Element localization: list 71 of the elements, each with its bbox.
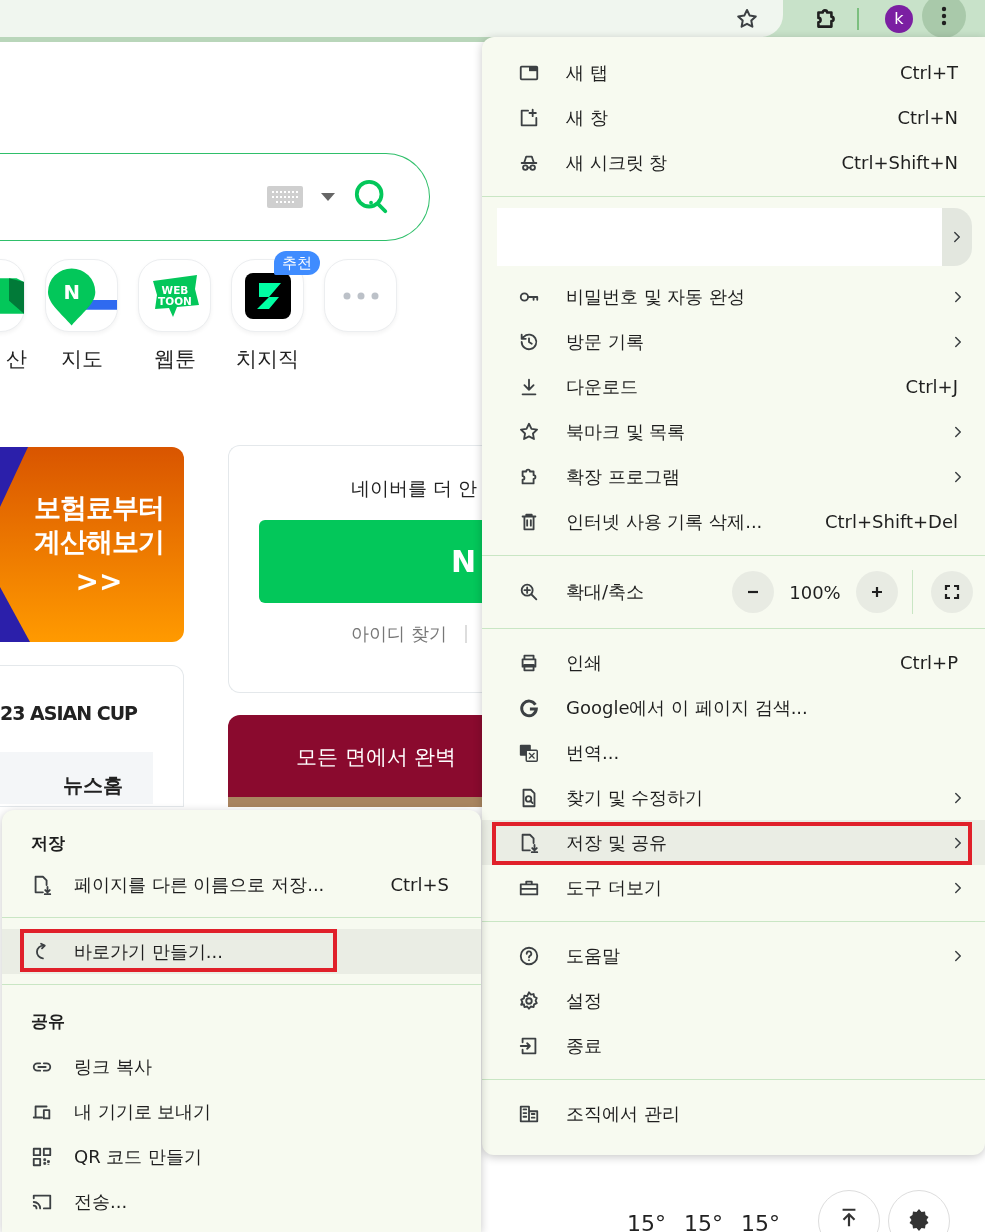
zoom-in-icon [518, 581, 540, 603]
new-window-icon [518, 106, 540, 129]
keyboard-icon [267, 186, 303, 208]
section-heading: 저장 [30, 832, 66, 855]
shortcut-label: Ctrl+J [905, 376, 958, 397]
menu-item[interactable]: QR 코드 만들기 [2, 1134, 481, 1179]
settings-icon [518, 989, 540, 1012]
menu-icon [941, 5, 947, 26]
shortcut-label: 산 [6, 346, 27, 373]
help-icon [518, 944, 540, 967]
menu-item[interactable]: 도구 더보기 [482, 865, 985, 910]
shortcut-label: Ctrl+Shift+Del [824, 511, 958, 532]
menu-item[interactable]: Google에서 이 페이지 검색... [482, 685, 985, 730]
shortcut-label: 치지직 [236, 346, 299, 373]
shortcut-tile[interactable] [324, 259, 397, 332]
menu-item[interactable]: 새 창 Ctrl+N [482, 95, 985, 140]
menu-item[interactable]: 도움말 [482, 933, 985, 978]
menu-item[interactable]: 인터넷 사용 기록 삭제... Ctrl+Shift+Del [482, 499, 985, 544]
menu-item[interactable]: 바로가기 만들기... [2, 929, 481, 974]
banner-arrows: >> [74, 565, 123, 598]
shortcut-label: Ctrl+T [899, 62, 958, 83]
login-prompt: 네이버를 더 안 [350, 476, 479, 501]
settings-icon [907, 1207, 931, 1231]
menu-item[interactable]: 링크 복사 [2, 1044, 481, 1089]
banner-headline: 계산해보기 [33, 525, 164, 559]
zoom-level: 100% [788, 581, 842, 603]
menu-item[interactable]: 찾기 및 수정하기 [482, 775, 985, 820]
banner-headline: 보험료부터 [33, 491, 164, 525]
shortcut-label: Ctrl+Shift+N [841, 152, 958, 173]
menu-item[interactable]: 저장 및 공유 [482, 820, 985, 865]
bookmark-star-icon [735, 6, 759, 31]
menu-item[interactable]: 다운로드 Ctrl+J [482, 364, 985, 409]
find-id-link[interactable]: 아이디 찾기 [351, 625, 467, 643]
menu-item[interactable]: 조직에서 관리 [482, 1091, 985, 1136]
caret-icon [321, 193, 335, 201]
temperature: 15° [741, 1211, 780, 1232]
menu-item[interactable]: 비밀번호 및 자동 완성 [482, 274, 985, 319]
menu-item[interactable]: 전송... [2, 1179, 481, 1224]
menu-item[interactable]: 새 탭 Ctrl+T [482, 50, 985, 95]
menu-item[interactable]: 설정 [482, 978, 985, 1023]
menu-item[interactable]: 확장 프로그램 [482, 454, 985, 499]
menu-item[interactable]: 내 기기로 보내기 [2, 1089, 481, 1134]
shortcut-label: 웹툰 [153, 346, 196, 373]
menu-item[interactable]: 인쇄 Ctrl+P [482, 640, 985, 685]
fullscreen-button[interactable] [931, 571, 973, 613]
section-heading: 공유 [30, 1010, 66, 1033]
zoom-label: 확대/축소 [566, 580, 645, 604]
star-icon [518, 420, 540, 443]
shortcut-label: 지도 [60, 346, 103, 373]
card-title: 23 ASIAN CUP [0, 702, 139, 724]
plus-icon [869, 584, 885, 600]
shortcut-label: Ctrl+N [897, 107, 958, 128]
shortcut-label: Ctrl+P [900, 652, 958, 673]
menu-item[interactable]: 새 시크릿 창 Ctrl+Shift+N [482, 140, 985, 185]
recommend-badge: 추천 [274, 251, 320, 275]
menu-item[interactable]: 번역... [482, 730, 985, 775]
profile-avatar[interactable]: k [885, 4, 913, 33]
zoom-in-button[interactable] [856, 571, 898, 613]
fullscreen-icon [944, 584, 960, 600]
shortcut-label: Ctrl+S [390, 874, 449, 895]
menu-item[interactable]: 방문 기록 [482, 319, 985, 364]
menu-item[interactable]: 페이지를 다른 이름으로 저장... Ctrl+S [2, 862, 481, 907]
qr-code-icon [31, 1145, 53, 1168]
menu-item[interactable]: 북마크 및 목록 [482, 409, 985, 454]
temperature: 15° [684, 1211, 723, 1232]
lightning-logo-icon [244, 272, 291, 319]
menu-item[interactable]: 종료 [482, 1023, 985, 1068]
ad-banner[interactable]: 모든 면에서 완벽 [228, 715, 482, 807]
news-home-tab[interactable]: 뉴스홈 [0, 752, 153, 804]
menu-button[interactable] [922, 0, 966, 38]
temperature: 15° [627, 1211, 666, 1232]
